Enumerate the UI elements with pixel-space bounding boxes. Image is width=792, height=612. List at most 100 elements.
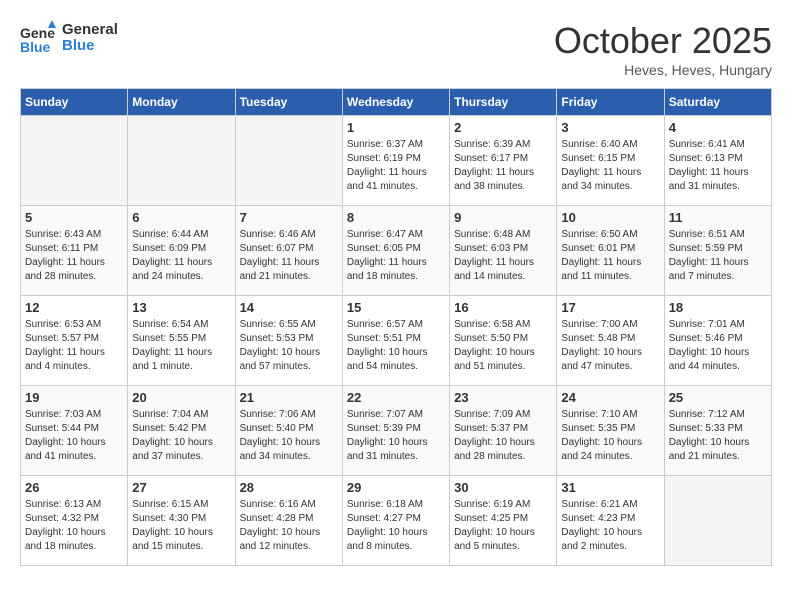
calendar-cell: 3 Sunrise: 6:40 AMSunset: 6:15 PMDayligh… xyxy=(557,116,664,206)
svg-text:Blue: Blue xyxy=(20,39,51,55)
day-number: 19 xyxy=(25,390,123,405)
calendar-cell: 24 Sunrise: 7:10 AMSunset: 5:35 PMDaylig… xyxy=(557,386,664,476)
day-number: 20 xyxy=(132,390,230,405)
weekday-header-saturday: Saturday xyxy=(664,89,771,116)
day-info: Sunrise: 6:55 AMSunset: 5:53 PMDaylight:… xyxy=(240,318,338,374)
location: Heves, Heves, Hungary xyxy=(554,62,772,78)
calendar-cell: 23 Sunrise: 7:09 AMSunset: 5:37 PMDaylig… xyxy=(450,386,557,476)
calendar-cell: 18 Sunrise: 7:01 AMSunset: 5:46 PMDaylig… xyxy=(664,296,771,386)
day-info: Sunrise: 6:18 AMSunset: 4:27 PMDaylight:… xyxy=(347,498,445,554)
day-info: Sunrise: 6:54 AMSunset: 5:55 PMDaylight:… xyxy=(132,318,230,374)
calendar-cell: 11 Sunrise: 6:51 AMSunset: 5:59 PMDaylig… xyxy=(664,206,771,296)
calendar-cell: 6 Sunrise: 6:44 AMSunset: 6:09 PMDayligh… xyxy=(128,206,235,296)
day-info: Sunrise: 6:39 AMSunset: 6:17 PMDaylight:… xyxy=(454,138,552,194)
calendar-cell: 20 Sunrise: 7:04 AMSunset: 5:42 PMDaylig… xyxy=(128,386,235,476)
calendar-cell xyxy=(21,116,128,206)
calendar-cell: 29 Sunrise: 6:18 AMSunset: 4:27 PMDaylig… xyxy=(342,476,449,566)
day-info: Sunrise: 6:50 AMSunset: 6:01 PMDaylight:… xyxy=(561,228,659,284)
week-row-2: 5 Sunrise: 6:43 AMSunset: 6:11 PMDayligh… xyxy=(21,206,772,296)
calendar-cell: 16 Sunrise: 6:58 AMSunset: 5:50 PMDaylig… xyxy=(450,296,557,386)
week-row-5: 26 Sunrise: 6:13 AMSunset: 4:32 PMDaylig… xyxy=(21,476,772,566)
day-number: 24 xyxy=(561,390,659,405)
calendar-cell xyxy=(128,116,235,206)
calendar-cell: 13 Sunrise: 6:54 AMSunset: 5:55 PMDaylig… xyxy=(128,296,235,386)
day-info: Sunrise: 6:13 AMSunset: 4:32 PMDaylight:… xyxy=(25,498,123,554)
week-row-3: 12 Sunrise: 6:53 AMSunset: 5:57 PMDaylig… xyxy=(21,296,772,386)
calendar-cell: 14 Sunrise: 6:55 AMSunset: 5:53 PMDaylig… xyxy=(235,296,342,386)
day-number: 7 xyxy=(240,210,338,225)
day-number: 6 xyxy=(132,210,230,225)
day-number: 22 xyxy=(347,390,445,405)
day-info: Sunrise: 7:01 AMSunset: 5:46 PMDaylight:… xyxy=(669,318,767,374)
weekday-header-wednesday: Wednesday xyxy=(342,89,449,116)
day-info: Sunrise: 7:06 AMSunset: 5:40 PMDaylight:… xyxy=(240,408,338,464)
day-info: Sunrise: 6:16 AMSunset: 4:28 PMDaylight:… xyxy=(240,498,338,554)
page-header: General Blue General Blue October 2025 H… xyxy=(20,20,772,78)
logo-general: General xyxy=(62,22,118,39)
calendar-cell: 15 Sunrise: 6:57 AMSunset: 5:51 PMDaylig… xyxy=(342,296,449,386)
calendar-cell: 31 Sunrise: 6:21 AMSunset: 4:23 PMDaylig… xyxy=(557,476,664,566)
day-number: 18 xyxy=(669,300,767,315)
day-info: Sunrise: 6:44 AMSunset: 6:09 PMDaylight:… xyxy=(132,228,230,284)
day-info: Sunrise: 6:46 AMSunset: 6:07 PMDaylight:… xyxy=(240,228,338,284)
day-number: 2 xyxy=(454,120,552,135)
day-info: Sunrise: 7:00 AMSunset: 5:48 PMDaylight:… xyxy=(561,318,659,374)
day-number: 3 xyxy=(561,120,659,135)
day-info: Sunrise: 6:40 AMSunset: 6:15 PMDaylight:… xyxy=(561,138,659,194)
day-number: 11 xyxy=(669,210,767,225)
calendar-cell: 22 Sunrise: 7:07 AMSunset: 5:39 PMDaylig… xyxy=(342,386,449,476)
title-block: October 2025 Heves, Heves, Hungary xyxy=(554,20,772,78)
calendar-cell xyxy=(664,476,771,566)
day-info: Sunrise: 6:41 AMSunset: 6:13 PMDaylight:… xyxy=(669,138,767,194)
day-number: 29 xyxy=(347,480,445,495)
day-number: 4 xyxy=(669,120,767,135)
day-info: Sunrise: 6:57 AMSunset: 5:51 PMDaylight:… xyxy=(347,318,445,374)
day-number: 28 xyxy=(240,480,338,495)
day-number: 23 xyxy=(454,390,552,405)
day-info: Sunrise: 7:04 AMSunset: 5:42 PMDaylight:… xyxy=(132,408,230,464)
logo-icon: General Blue xyxy=(20,20,56,56)
month-title: October 2025 xyxy=(554,20,772,62)
day-info: Sunrise: 7:07 AMSunset: 5:39 PMDaylight:… xyxy=(347,408,445,464)
calendar-cell: 1 Sunrise: 6:37 AMSunset: 6:19 PMDayligh… xyxy=(342,116,449,206)
calendar-cell: 12 Sunrise: 6:53 AMSunset: 5:57 PMDaylig… xyxy=(21,296,128,386)
day-info: Sunrise: 7:03 AMSunset: 5:44 PMDaylight:… xyxy=(25,408,123,464)
day-info: Sunrise: 6:43 AMSunset: 6:11 PMDaylight:… xyxy=(25,228,123,284)
day-number: 15 xyxy=(347,300,445,315)
day-info: Sunrise: 6:21 AMSunset: 4:23 PMDaylight:… xyxy=(561,498,659,554)
day-number: 26 xyxy=(25,480,123,495)
calendar-table: SundayMondayTuesdayWednesdayThursdayFrid… xyxy=(20,88,772,566)
day-number: 10 xyxy=(561,210,659,225)
day-info: Sunrise: 6:47 AMSunset: 6:05 PMDaylight:… xyxy=(347,228,445,284)
calendar-cell: 5 Sunrise: 6:43 AMSunset: 6:11 PMDayligh… xyxy=(21,206,128,296)
weekday-header-sunday: Sunday xyxy=(21,89,128,116)
day-number: 8 xyxy=(347,210,445,225)
day-info: Sunrise: 6:48 AMSunset: 6:03 PMDaylight:… xyxy=(454,228,552,284)
weekday-header-row: SundayMondayTuesdayWednesdayThursdayFrid… xyxy=(21,89,772,116)
day-number: 12 xyxy=(25,300,123,315)
week-row-4: 19 Sunrise: 7:03 AMSunset: 5:44 PMDaylig… xyxy=(21,386,772,476)
calendar-cell: 8 Sunrise: 6:47 AMSunset: 6:05 PMDayligh… xyxy=(342,206,449,296)
day-info: Sunrise: 6:51 AMSunset: 5:59 PMDaylight:… xyxy=(669,228,767,284)
day-number: 30 xyxy=(454,480,552,495)
calendar-cell: 25 Sunrise: 7:12 AMSunset: 5:33 PMDaylig… xyxy=(664,386,771,476)
day-info: Sunrise: 6:53 AMSunset: 5:57 PMDaylight:… xyxy=(25,318,123,374)
calendar-cell: 28 Sunrise: 6:16 AMSunset: 4:28 PMDaylig… xyxy=(235,476,342,566)
calendar-cell: 27 Sunrise: 6:15 AMSunset: 4:30 PMDaylig… xyxy=(128,476,235,566)
calendar-cell: 9 Sunrise: 6:48 AMSunset: 6:03 PMDayligh… xyxy=(450,206,557,296)
day-number: 9 xyxy=(454,210,552,225)
day-number: 25 xyxy=(669,390,767,405)
calendar-cell: 4 Sunrise: 6:41 AMSunset: 6:13 PMDayligh… xyxy=(664,116,771,206)
day-number: 17 xyxy=(561,300,659,315)
day-info: Sunrise: 6:58 AMSunset: 5:50 PMDaylight:… xyxy=(454,318,552,374)
calendar-cell xyxy=(235,116,342,206)
day-info: Sunrise: 7:12 AMSunset: 5:33 PMDaylight:… xyxy=(669,408,767,464)
day-number: 31 xyxy=(561,480,659,495)
calendar-cell: 26 Sunrise: 6:13 AMSunset: 4:32 PMDaylig… xyxy=(21,476,128,566)
calendar-cell: 17 Sunrise: 7:00 AMSunset: 5:48 PMDaylig… xyxy=(557,296,664,386)
calendar-cell: 10 Sunrise: 6:50 AMSunset: 6:01 PMDaylig… xyxy=(557,206,664,296)
weekday-header-tuesday: Tuesday xyxy=(235,89,342,116)
week-row-1: 1 Sunrise: 6:37 AMSunset: 6:19 PMDayligh… xyxy=(21,116,772,206)
weekday-header-friday: Friday xyxy=(557,89,664,116)
day-number: 21 xyxy=(240,390,338,405)
